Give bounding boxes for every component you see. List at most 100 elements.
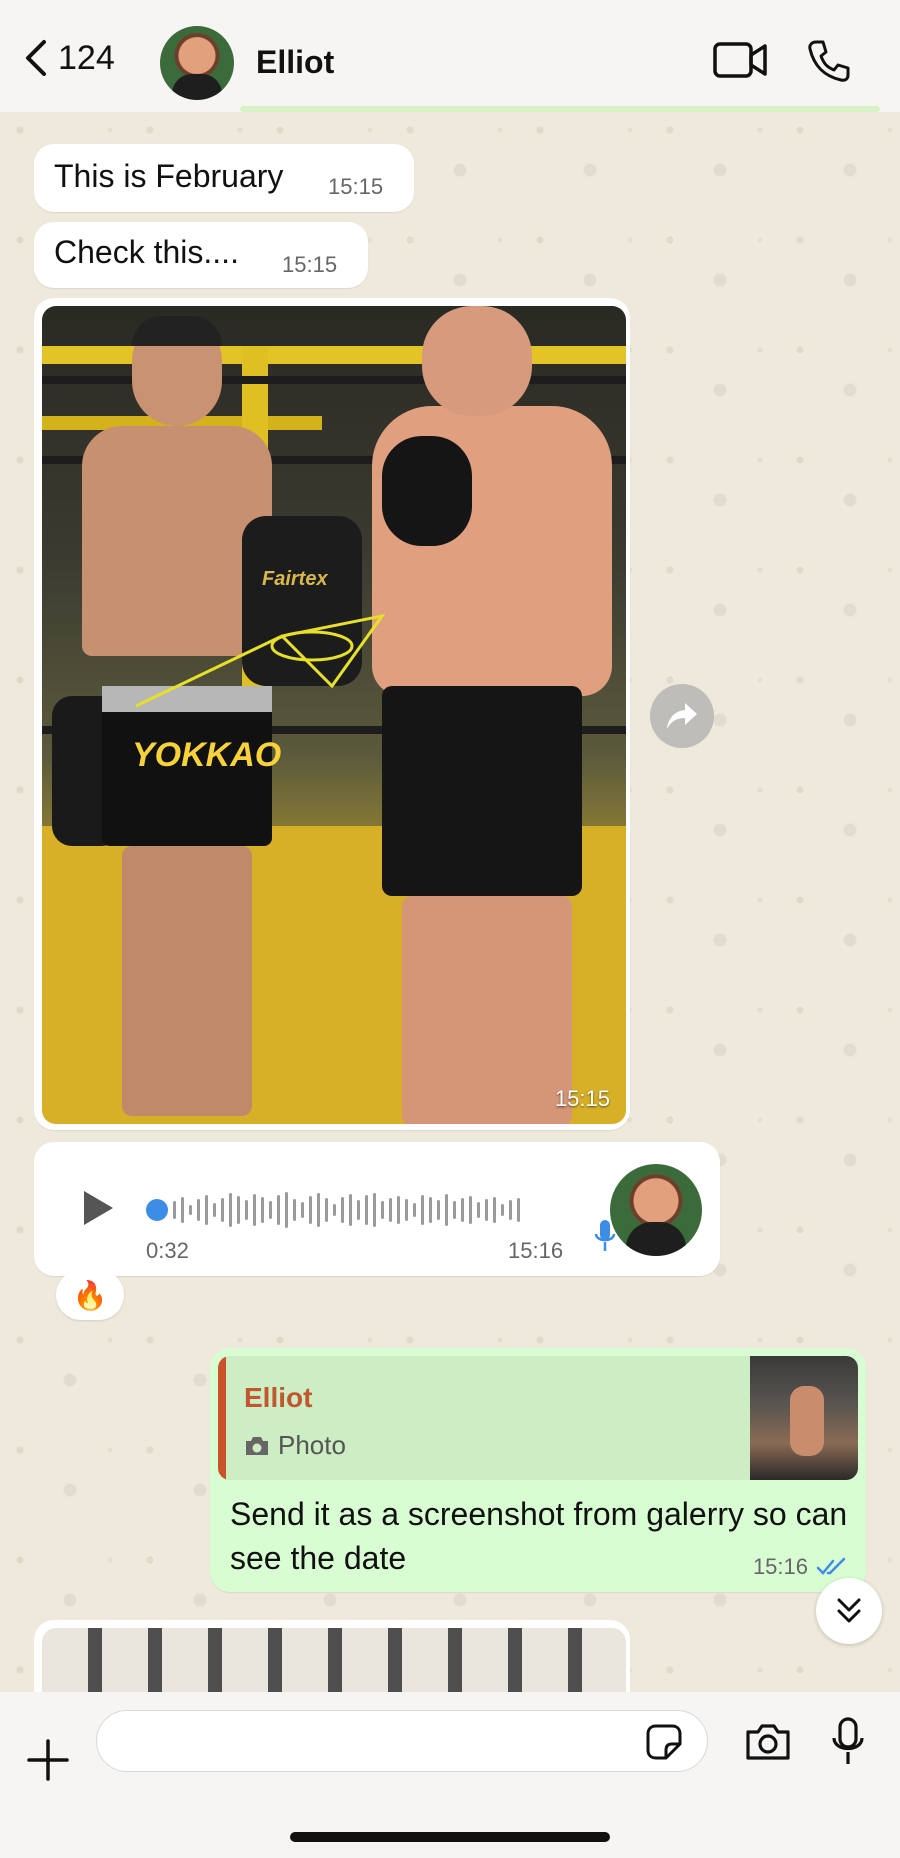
forward-arrow-icon [667, 703, 697, 729]
reaction-badge[interactable]: 🔥 [56, 1270, 124, 1320]
playhead[interactable] [146, 1199, 168, 1221]
quoted-type-label: Photo [278, 1430, 346, 1460]
waveform-bar [493, 1197, 496, 1223]
pad-logo: Fairtex [262, 568, 328, 590]
microphone-icon [832, 1717, 864, 1764]
waveform-bar [261, 1197, 264, 1223]
legs [402, 896, 572, 1124]
message-time: 15:16 [752, 1554, 808, 1579]
back-button[interactable]: 124 [22, 38, 115, 78]
quote-accent-bar [218, 1356, 226, 1480]
waveform-bar [325, 1198, 328, 1222]
outgoing-reply-message[interactable]: Elliot Photo Send it as a screenshot fro… [210, 1348, 866, 1592]
play-button[interactable] [80, 1188, 116, 1233]
camera-button[interactable] [744, 1722, 792, 1767]
incoming-voice-message[interactable]: 0:32 15:16 [34, 1142, 720, 1276]
waveform-bar [205, 1195, 208, 1225]
hair [132, 316, 222, 346]
double-check-read-icon [816, 1557, 846, 1575]
waveform-bar [397, 1196, 400, 1224]
message-input[interactable] [96, 1710, 708, 1772]
waveform-bar [485, 1199, 488, 1221]
waveform-bar [197, 1199, 200, 1221]
waveform-bar [517, 1198, 520, 1222]
waveform-bar [317, 1193, 320, 1227]
waveform-bar [229, 1193, 232, 1227]
waveform-bar [237, 1196, 240, 1224]
contact-name[interactable]: Elliot [256, 44, 334, 81]
legs [122, 846, 252, 1116]
voice-duration: 0:32 [146, 1238, 189, 1263]
waveform-bar [469, 1196, 472, 1224]
forward-button[interactable] [650, 684, 714, 748]
message-text: This is February [54, 158, 284, 194]
message-time: 15:16 [508, 1238, 564, 1263]
waveform-bar [221, 1198, 224, 1222]
contact-avatar[interactable] [160, 26, 234, 100]
quoted-photo-thumbnail [750, 1356, 858, 1480]
waveform-bar [373, 1193, 376, 1227]
waveform-bar [421, 1195, 424, 1225]
waveform-bar [365, 1195, 368, 1225]
waveform-bar [477, 1202, 480, 1218]
incoming-photo-message[interactable] [34, 1620, 630, 1700]
incoming-message[interactable]: This is February 15:15 [34, 144, 414, 212]
message-time: 15:15 [282, 252, 338, 277]
video-call-button[interactable] [712, 40, 768, 85]
phone-icon [808, 40, 850, 82]
head [422, 306, 532, 416]
photo-image[interactable]: YOKKAO Fairtex 15:15 [42, 306, 626, 1124]
play-icon [84, 1191, 113, 1225]
quoted-message[interactable]: Elliot Photo [218, 1356, 858, 1480]
sender-avatar [610, 1164, 702, 1256]
camera-icon [746, 1724, 790, 1760]
fire-emoji: 🔥 [72, 1279, 108, 1311]
waveform-bar [333, 1204, 336, 1216]
shorts-logo: YOKKAO [132, 736, 282, 774]
waveform-bar [381, 1201, 384, 1219]
video-camera-icon [713, 42, 767, 78]
photo-image[interactable] [42, 1628, 626, 1700]
waveform-bar [341, 1197, 344, 1223]
attach-button[interactable] [26, 1738, 70, 1787]
voice-record-button[interactable] [830, 1716, 866, 1773]
waveform-bar [245, 1200, 248, 1220]
incoming-message[interactable]: Check this.... 15:15 [34, 222, 368, 288]
message-text: Check this.... [54, 234, 239, 270]
waveform-bar [309, 1196, 312, 1224]
scroll-to-bottom-button[interactable] [816, 1578, 882, 1644]
waveform-bar [285, 1192, 288, 1228]
waveform-bar [429, 1197, 432, 1223]
waveform-bar [357, 1200, 360, 1220]
voice-call-button[interactable] [806, 38, 852, 89]
waveform-bar [453, 1201, 456, 1219]
waveform-bar [213, 1203, 216, 1217]
waveform-bar [389, 1198, 392, 1222]
waveform-bar [269, 1201, 272, 1219]
waveform-slider[interactable] [146, 1190, 606, 1230]
waveform-bar [501, 1204, 504, 1216]
waveform-bar [437, 1200, 440, 1220]
waveform-bar [405, 1199, 408, 1221]
waveform-bar [509, 1200, 512, 1220]
plus-icon [27, 1739, 69, 1781]
shorts [382, 686, 582, 896]
sticker-icon [646, 1724, 682, 1760]
waveform-bar [445, 1194, 448, 1226]
incoming-photo-message[interactable]: YOKKAO Fairtex 15:15 [34, 298, 630, 1130]
camera-icon [246, 1436, 268, 1455]
waveform-bar [173, 1201, 176, 1219]
waveform-bar [181, 1197, 184, 1223]
chat-header: 124 Elliot [0, 0, 900, 112]
waveform-bar [413, 1203, 416, 1217]
message-time: 15:15 [328, 174, 384, 199]
waveform-bar [277, 1195, 280, 1225]
waveform-bar [461, 1198, 464, 1222]
waveform-bar [349, 1194, 352, 1226]
home-indicator [290, 1832, 610, 1842]
sticker-button[interactable] [644, 1722, 684, 1767]
boxing-glove [382, 436, 472, 546]
unread-count: 124 [58, 38, 115, 77]
header-progress-strip [240, 106, 880, 112]
waveform-bar [301, 1202, 304, 1218]
